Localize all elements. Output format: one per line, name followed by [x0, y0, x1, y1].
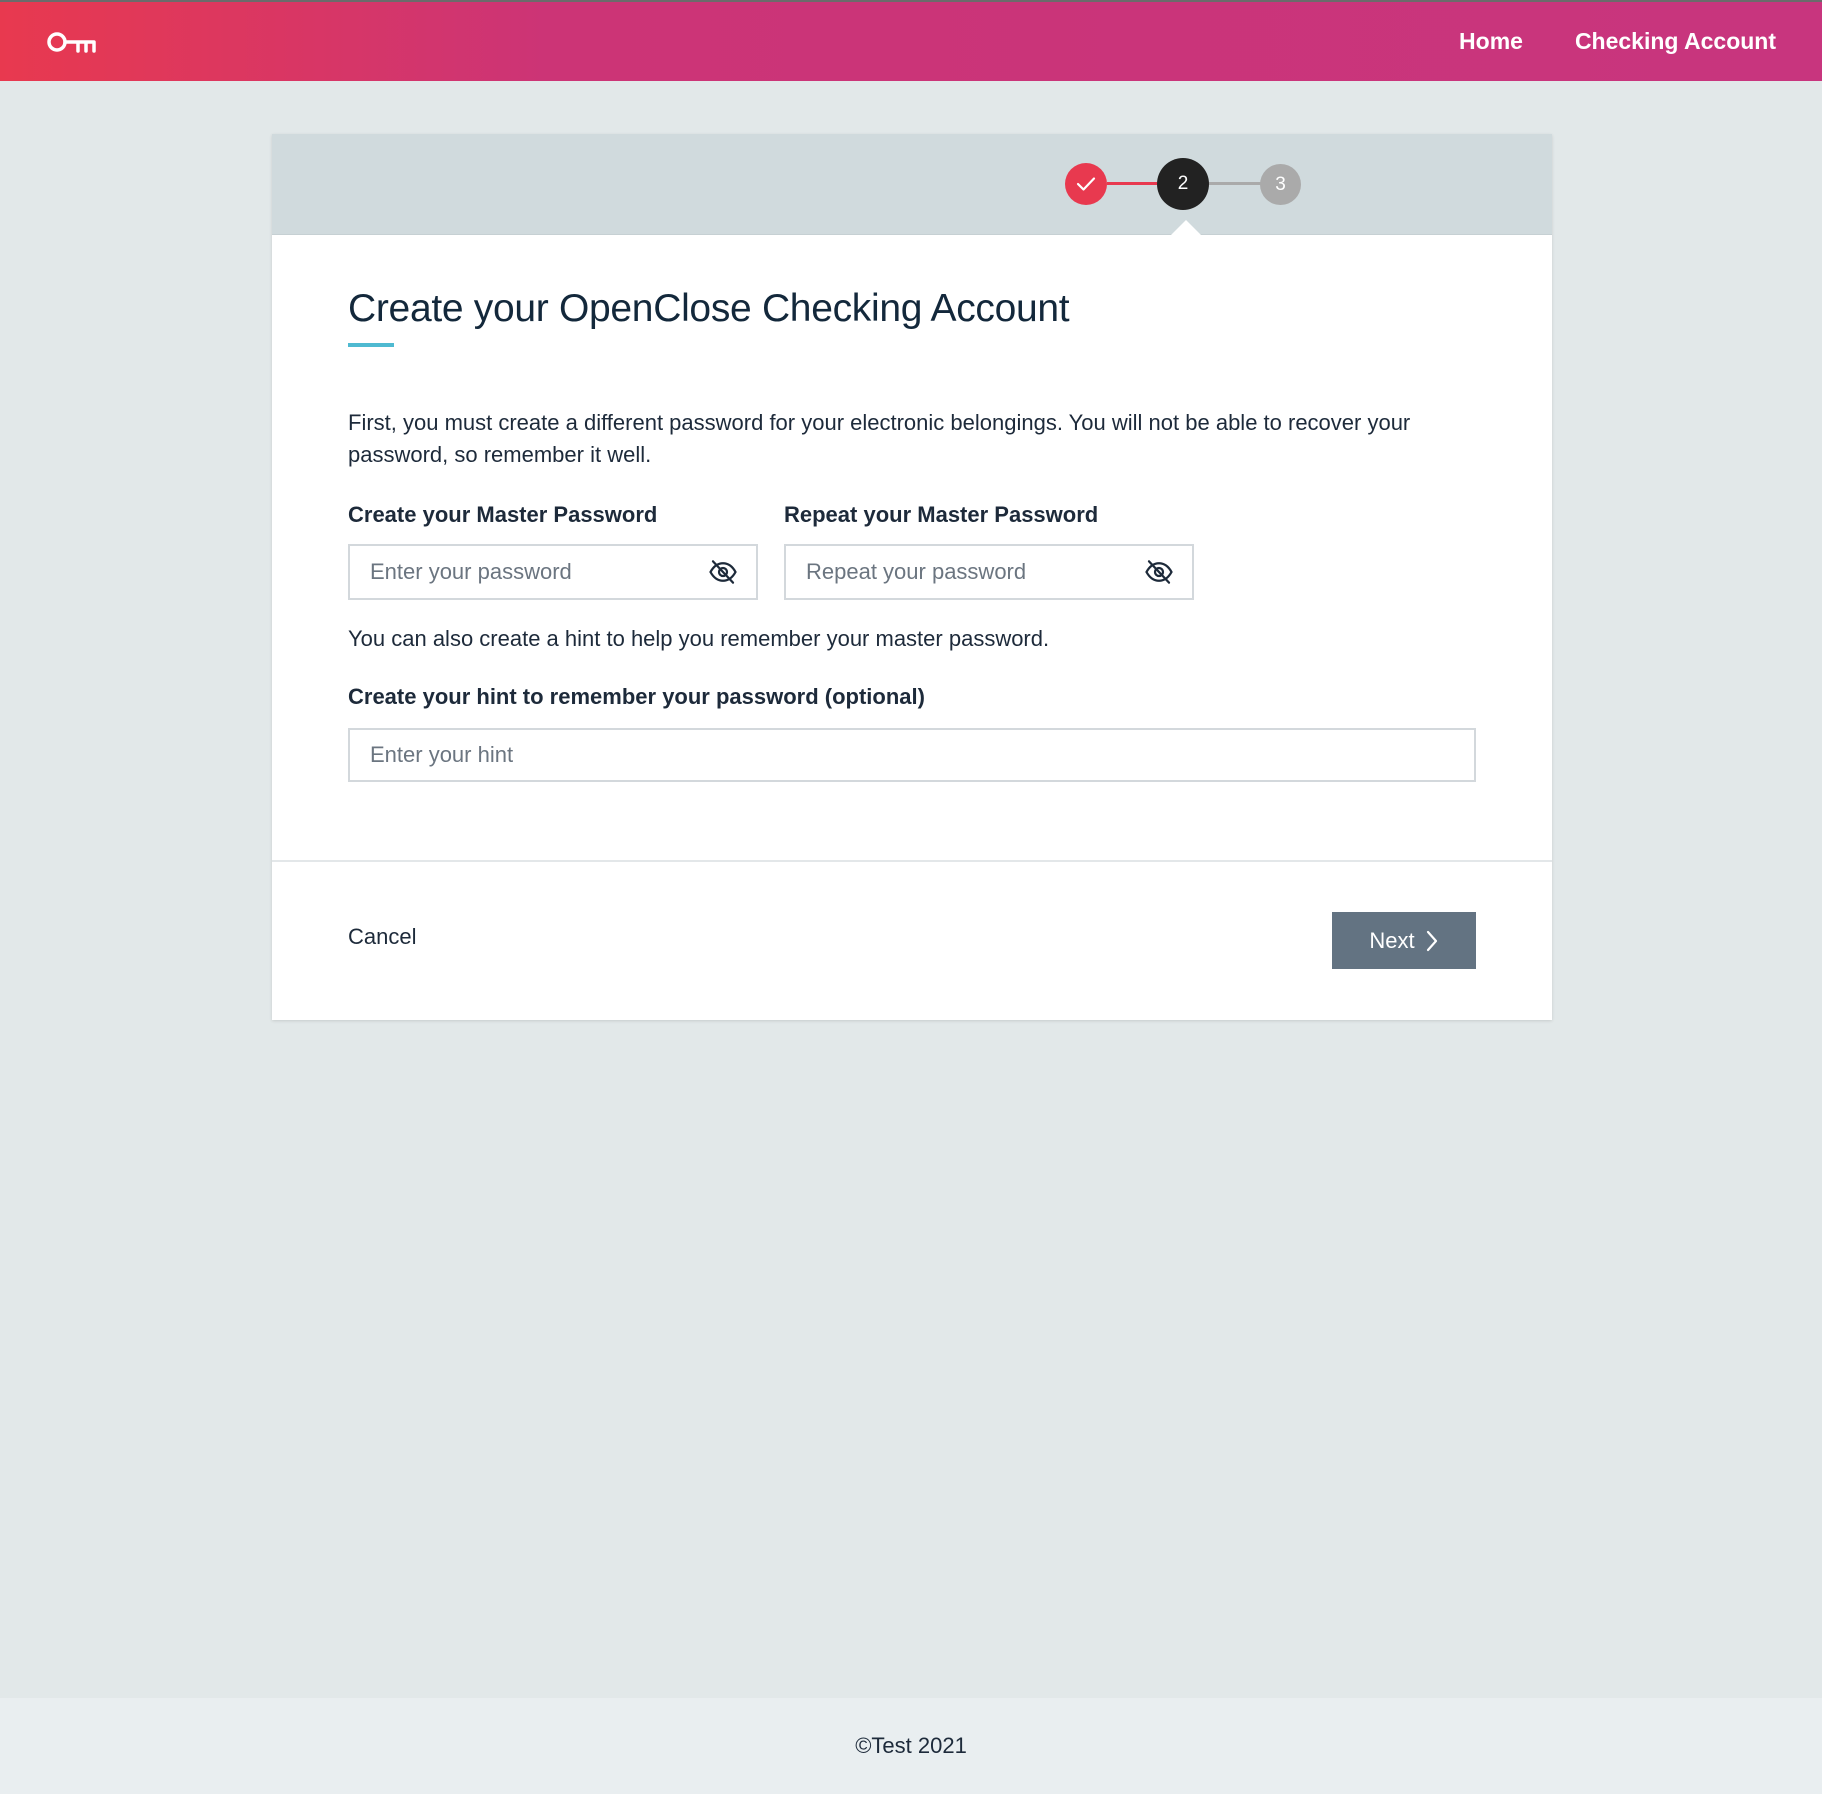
step-3-upcoming: 3 — [1260, 164, 1301, 205]
master-password-input[interactable] — [350, 559, 708, 585]
stepper-connector-upcoming — [1208, 182, 1263, 185]
step-1-completed — [1065, 163, 1107, 205]
eye-off-icon[interactable] — [1144, 557, 1174, 587]
title-underline — [348, 343, 394, 347]
card-footer-divider — [272, 860, 1552, 862]
page-footer: ©Test 2021 — [0, 1698, 1822, 1794]
master-password-field — [348, 544, 758, 600]
page-title: Create your OpenClose Checking Account — [348, 287, 1070, 330]
repeat-password-input[interactable] — [786, 559, 1144, 585]
signup-card: 2 3 Create your OpenClose Checking Accou… — [272, 134, 1552, 1020]
hint-label: Create your hint to remember your passwo… — [348, 684, 925, 709]
progress-stepper: 2 3 — [272, 134, 1552, 235]
hint-help-text: You can also create a hint to help you r… — [348, 626, 1050, 651]
step-2-current: 2 — [1157, 158, 1209, 210]
cancel-button[interactable]: Cancel — [348, 924, 416, 950]
chevron-right-icon — [1426, 930, 1437, 951]
current-step-pointer — [1171, 220, 1201, 235]
next-button[interactable]: Next — [1332, 912, 1476, 969]
key-icon[interactable] — [46, 30, 98, 56]
nav-home-link[interactable]: Home — [1459, 28, 1523, 55]
hint-field — [348, 728, 1476, 782]
copyright-text: ©Test 2021 — [855, 1733, 967, 1758]
check-icon — [1076, 177, 1096, 191]
main-nav: Home Checking Account — [1459, 2, 1776, 81]
next-button-label: Next — [1369, 927, 1415, 953]
repeat-password-label: Repeat your Master Password — [784, 502, 1099, 527]
top-navbar: Home Checking Account — [0, 0, 1822, 81]
intro-text: First, you must create a different passw… — [348, 410, 1411, 467]
repeat-password-field — [784, 544, 1194, 600]
hint-input[interactable] — [350, 742, 1474, 768]
master-password-label: Create your Master Password — [348, 502, 658, 527]
stepper-connector-completed — [1107, 182, 1157, 185]
eye-off-icon[interactable] — [708, 557, 738, 587]
nav-checking-account-link[interactable]: Checking Account — [1575, 28, 1776, 55]
